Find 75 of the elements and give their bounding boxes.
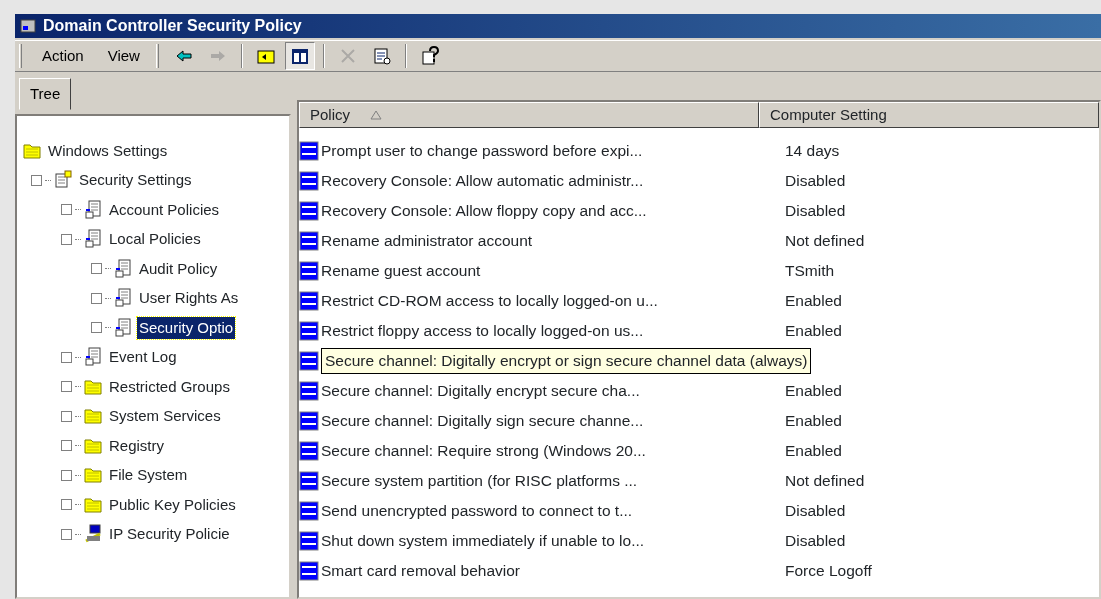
table-cell-text: Secure channel: Require strong (Windows 20... xyxy=(320,441,647,462)
tree-item[interactable]: Local Policies xyxy=(107,228,203,251)
table-cell-text: Enabled xyxy=(784,321,842,342)
policy-icon xyxy=(54,170,74,191)
expander-icon[interactable] xyxy=(91,292,102,304)
policy-icon xyxy=(114,288,134,309)
expander-icon[interactable] xyxy=(61,204,72,216)
expander-icon[interactable] xyxy=(31,174,42,186)
table-cell-text: Smart card removal behavior xyxy=(320,561,521,582)
table-cell-text: Enabled xyxy=(784,411,842,432)
tree-item[interactable]: IP Security Policie xyxy=(107,523,232,546)
table-cell-text: Send unencrypted password to connect to t... xyxy=(320,501,634,522)
table-cell-text: Not defined xyxy=(784,471,865,492)
network-icon xyxy=(84,524,104,545)
sort-arrow-icon xyxy=(370,110,382,120)
tree-item[interactable]: Security Settings xyxy=(77,169,194,192)
table-cell-text: Secure channel: Digitally sign secure channe... xyxy=(320,411,645,432)
expander-icon[interactable] xyxy=(91,263,102,275)
table-cell-text: Restrict floppy access to locally logged-on us... xyxy=(320,321,645,342)
window-title: Domain Controller Security Policy xyxy=(43,16,302,36)
table-cell-text: Disabled xyxy=(784,501,846,522)
expander-icon[interactable] xyxy=(61,528,72,540)
table-cell-text: Enabled xyxy=(784,381,842,402)
table-cell-text: Enabled xyxy=(784,441,842,462)
tab[interactable]: Tree xyxy=(19,78,72,110)
table-cell-text: Prompt user to change password before expi... xyxy=(320,141,644,162)
expander-icon[interactable] xyxy=(61,440,72,452)
menu-item[interactable]: Action xyxy=(30,44,96,68)
tooltip: Secure channel: Digitally encrypt or sign secure channel data (always) xyxy=(321,348,812,374)
policy-icon xyxy=(84,199,104,220)
tree-item[interactable]: Registry xyxy=(107,434,166,457)
expander-icon[interactable] xyxy=(61,499,72,511)
expander-icon[interactable] xyxy=(61,469,72,481)
table-cell-text: Disabled xyxy=(784,531,846,552)
table-cell-text: TSmith xyxy=(784,261,835,282)
table-cell-text: Restrict CD-ROM access to locally logged-on u... xyxy=(320,291,659,312)
column-header[interactable]: Policy xyxy=(299,102,759,128)
expander-icon[interactable] xyxy=(61,381,72,393)
policy-icon xyxy=(84,229,104,250)
table-cell-text: Secure channel: Digitally encrypt secure cha... xyxy=(320,381,641,402)
table-cell-text: Rename administrator account xyxy=(320,231,534,252)
menu-item[interactable]: View xyxy=(95,44,152,68)
table-cell-text: Enabled xyxy=(784,291,842,312)
table-cell-text: Rename guest account xyxy=(320,261,482,282)
expander-icon[interactable] xyxy=(61,233,72,245)
policy-icon xyxy=(114,258,134,279)
tree-item[interactable]: User Rights As xyxy=(137,287,241,310)
policy-icon xyxy=(84,347,104,368)
tree-item[interactable]: Event Log xyxy=(107,346,179,369)
table-cell-text: Force Logoff xyxy=(784,561,872,582)
tree-item[interactable]: Account Policies xyxy=(107,198,222,221)
console-icon xyxy=(19,17,37,35)
tree-item[interactable]: System Services xyxy=(107,405,223,428)
tree-item[interactable]: Audit Policy xyxy=(137,257,220,280)
tree-item[interactable]: Windows Settings xyxy=(46,139,170,162)
table-cell-text: Shut down system immediately if unable to lo... xyxy=(320,531,646,552)
table-cell-text: Not defined xyxy=(784,231,865,252)
folder-icon xyxy=(84,465,104,486)
table-cell-text: Recovery Console: Allow automatic administr... xyxy=(320,171,645,192)
tree-item[interactable]: Public Key Policies xyxy=(107,493,238,516)
expander-icon[interactable] xyxy=(91,322,102,334)
expander-icon[interactable] xyxy=(61,351,72,363)
tree-item[interactable]: Security Optio xyxy=(137,316,236,339)
pane-icon[interactable] xyxy=(284,42,315,70)
policy-icon xyxy=(114,317,134,338)
table-cell-text: Disabled xyxy=(784,201,846,222)
table-cell-text: Recovery Console: Allow floppy copy and acc... xyxy=(320,201,648,222)
tree-item[interactable]: Restricted Groups xyxy=(107,375,232,398)
folder-icon xyxy=(84,406,104,427)
table-cell-text: Disabled xyxy=(784,171,846,192)
tree-item[interactable]: File System xyxy=(107,464,190,487)
column-header[interactable]: Computer Setting xyxy=(759,102,1099,128)
expander-icon[interactable] xyxy=(61,410,72,422)
table-cell-text: Secure system partition (for RISC platforms ... xyxy=(320,471,639,492)
table-cell-text: 14 days xyxy=(784,141,840,162)
